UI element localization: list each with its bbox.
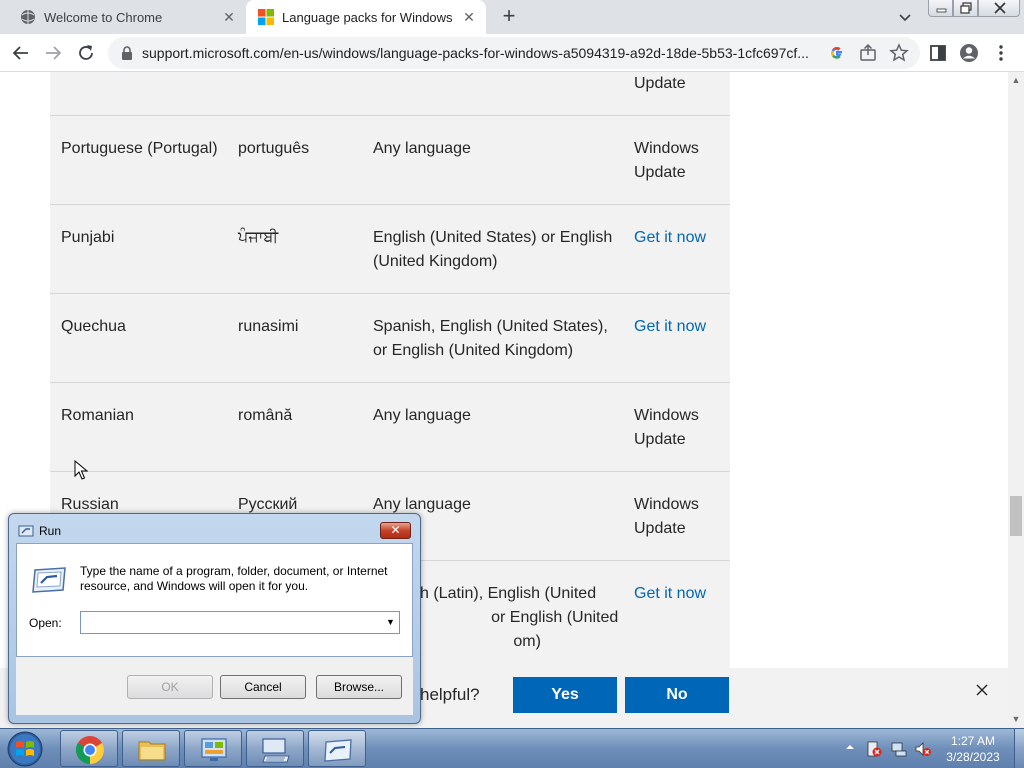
- get-cell: Windows Update: [634, 140, 699, 181]
- microsoft-logo-icon: [258, 9, 274, 25]
- tab-welcome-to-chrome[interactable]: Welcome to Chrome ✕: [8, 0, 246, 34]
- chrome-globe-icon: [21, 10, 35, 24]
- table-row: Punjabi ਪੰਜਾਬੀ English (United States) o…: [50, 205, 730, 294]
- reload-icon[interactable]: [75, 42, 97, 64]
- taskbar: 1:27 AM 3/28/2023: [0, 728, 1024, 768]
- windows-start-icon[interactable]: [6, 730, 44, 768]
- table-row: Quechua runasimi Spanish, English (Unite…: [50, 294, 730, 383]
- run-icon: [18, 525, 34, 537]
- browse-button[interactable]: Browse...: [316, 675, 402, 699]
- restore-icon: [960, 2, 972, 14]
- run-program-icon: [324, 739, 352, 762]
- open-input[interactable]: [80, 611, 400, 634]
- back-arrow-icon[interactable]: [10, 42, 32, 64]
- open-label: Open:: [29, 616, 62, 630]
- yes-button[interactable]: Yes: [513, 677, 617, 713]
- run-dialog: Run ✕ Type the name of a program, folder…: [8, 513, 421, 724]
- show-desktop-button[interactable]: [1014, 729, 1024, 768]
- table-row: Update: [50, 72, 730, 116]
- system-clock[interactable]: 1:27 AM 3/28/2023: [940, 733, 1006, 765]
- bookmark-star-icon[interactable]: [888, 42, 910, 64]
- native-name-cell: ਪੰਜਾਬੀ: [238, 229, 279, 246]
- native-name-cell: runasimi: [238, 318, 299, 335]
- url-text[interactable]: support.microsoft.com/en-us/windows/lang…: [142, 37, 822, 69]
- minimize-button[interactable]: [928, 0, 953, 17]
- language-cell: Romanian: [61, 407, 134, 424]
- scroll-down-icon[interactable]: ▼: [1011, 714, 1021, 724]
- address-bar[interactable]: support.microsoft.com/en-us/windows/lang…: [108, 37, 920, 69]
- get-it-now-link[interactable]: Get it now: [634, 582, 724, 606]
- volume-muted-icon[interactable]: [914, 740, 932, 758]
- taskbar-explorer-button[interactable]: [122, 730, 180, 767]
- dialog-title: Run: [39, 524, 62, 538]
- folder-icon: [138, 741, 166, 761]
- tab-title: Language packs for Windows - Microsoft S…: [282, 9, 452, 25]
- close-icon[interactable]: [974, 682, 990, 698]
- get-it-now-link[interactable]: Get it now: [634, 315, 724, 339]
- show-hidden-icons-icon[interactable]: [844, 741, 856, 753]
- tab-title: Welcome to Chrome: [44, 9, 163, 25]
- minimize-icon: [936, 8, 947, 13]
- tab-close-icon[interactable]: ✕: [220, 8, 238, 26]
- language-cell: Quechua: [61, 318, 126, 335]
- get-it-now-link[interactable]: Get it now: [634, 226, 724, 250]
- language-cell: Punjabi: [61, 229, 115, 246]
- close-icon: [994, 2, 1006, 14]
- base-language-cell: Spanish, English (United States), or Eng…: [373, 318, 608, 359]
- menu-dots-icon[interactable]: [990, 42, 1012, 64]
- base-language-cell: Any language: [373, 140, 471, 157]
- taskbar-chrome-button[interactable]: [60, 730, 118, 767]
- taskbar-control-panel-button[interactable]: [184, 730, 242, 767]
- side-panel-icon[interactable]: [927, 42, 949, 64]
- clock-date: 3/28/2023: [946, 750, 1000, 764]
- dialog-close-button[interactable]: ✕: [380, 522, 411, 539]
- base-language-cell: Any language: [373, 407, 471, 424]
- profile-avatar-icon[interactable]: [958, 42, 980, 64]
- chrome-icon: [76, 736, 104, 764]
- new-tab-icon[interactable]: +: [498, 5, 520, 27]
- ok-button[interactable]: OK: [127, 675, 213, 699]
- tab-language-packs[interactable]: Language packs for Windows - Microsoft S…: [246, 0, 486, 34]
- keyboard-icon: [262, 738, 290, 763]
- tab-close-icon[interactable]: ✕: [460, 8, 478, 26]
- taskbar-run-button[interactable]: [308, 730, 366, 767]
- no-button[interactable]: No: [625, 677, 729, 713]
- table-row: Portuguese (Portugal) português Any lang…: [50, 116, 730, 205]
- control-panel-icon: [201, 738, 227, 761]
- restore-button[interactable]: [953, 0, 978, 17]
- scroll-up-icon[interactable]: ▲: [1011, 75, 1021, 85]
- get-cell: Update: [634, 75, 686, 92]
- base-language-cell: h (Latin), English (United or English (U…: [420, 585, 619, 650]
- browser-toolbar: support.microsoft.com/en-us/windows/lang…: [0, 34, 1024, 72]
- action-center-icon[interactable]: [865, 740, 883, 758]
- native-name-cell: português: [238, 140, 310, 157]
- taskbar-keyboard-button[interactable]: [246, 730, 304, 767]
- chevron-down-icon[interactable]: [896, 8, 914, 26]
- run-program-icon: [32, 567, 66, 593]
- network-icon[interactable]: [890, 740, 908, 758]
- table-row: Romanian română Any language Windows Upd…: [50, 383, 730, 472]
- clock-time: 1:27 AM: [950, 734, 996, 748]
- google-icon[interactable]: [826, 42, 848, 64]
- chevron-down-icon[interactable]: ▼: [382, 612, 399, 633]
- mouse-cursor-icon: [74, 460, 88, 480]
- lock-icon[interactable]: [120, 45, 134, 61]
- dialog-body: Type the name of a program, folder, docu…: [16, 543, 413, 657]
- share-icon[interactable]: [857, 42, 879, 64]
- get-cell: Windows Update: [634, 496, 699, 537]
- feedback-question: helpful?: [420, 685, 480, 704]
- cancel-button[interactable]: Cancel: [220, 675, 306, 699]
- scrollbar-thumb[interactable]: [1010, 496, 1022, 536]
- dialog-footer: OK Cancel Browse...: [16, 657, 413, 715]
- get-cell: Windows Update: [634, 407, 699, 448]
- page-scrollbar[interactable]: ▲ ▼: [1008, 72, 1024, 728]
- native-name-cell: română: [238, 407, 293, 424]
- dialog-description: Type the name of a program, folder, docu…: [80, 564, 388, 593]
- forward-arrow-icon[interactable]: [42, 42, 64, 64]
- window-close-button[interactable]: [978, 0, 1020, 17]
- language-cell: Portuguese (Portugal): [61, 140, 218, 157]
- tab-strip: Welcome to Chrome ✕ Language packs for W…: [0, 0, 1024, 34]
- base-language-cell: English (United States) or English (Unit…: [373, 229, 613, 270]
